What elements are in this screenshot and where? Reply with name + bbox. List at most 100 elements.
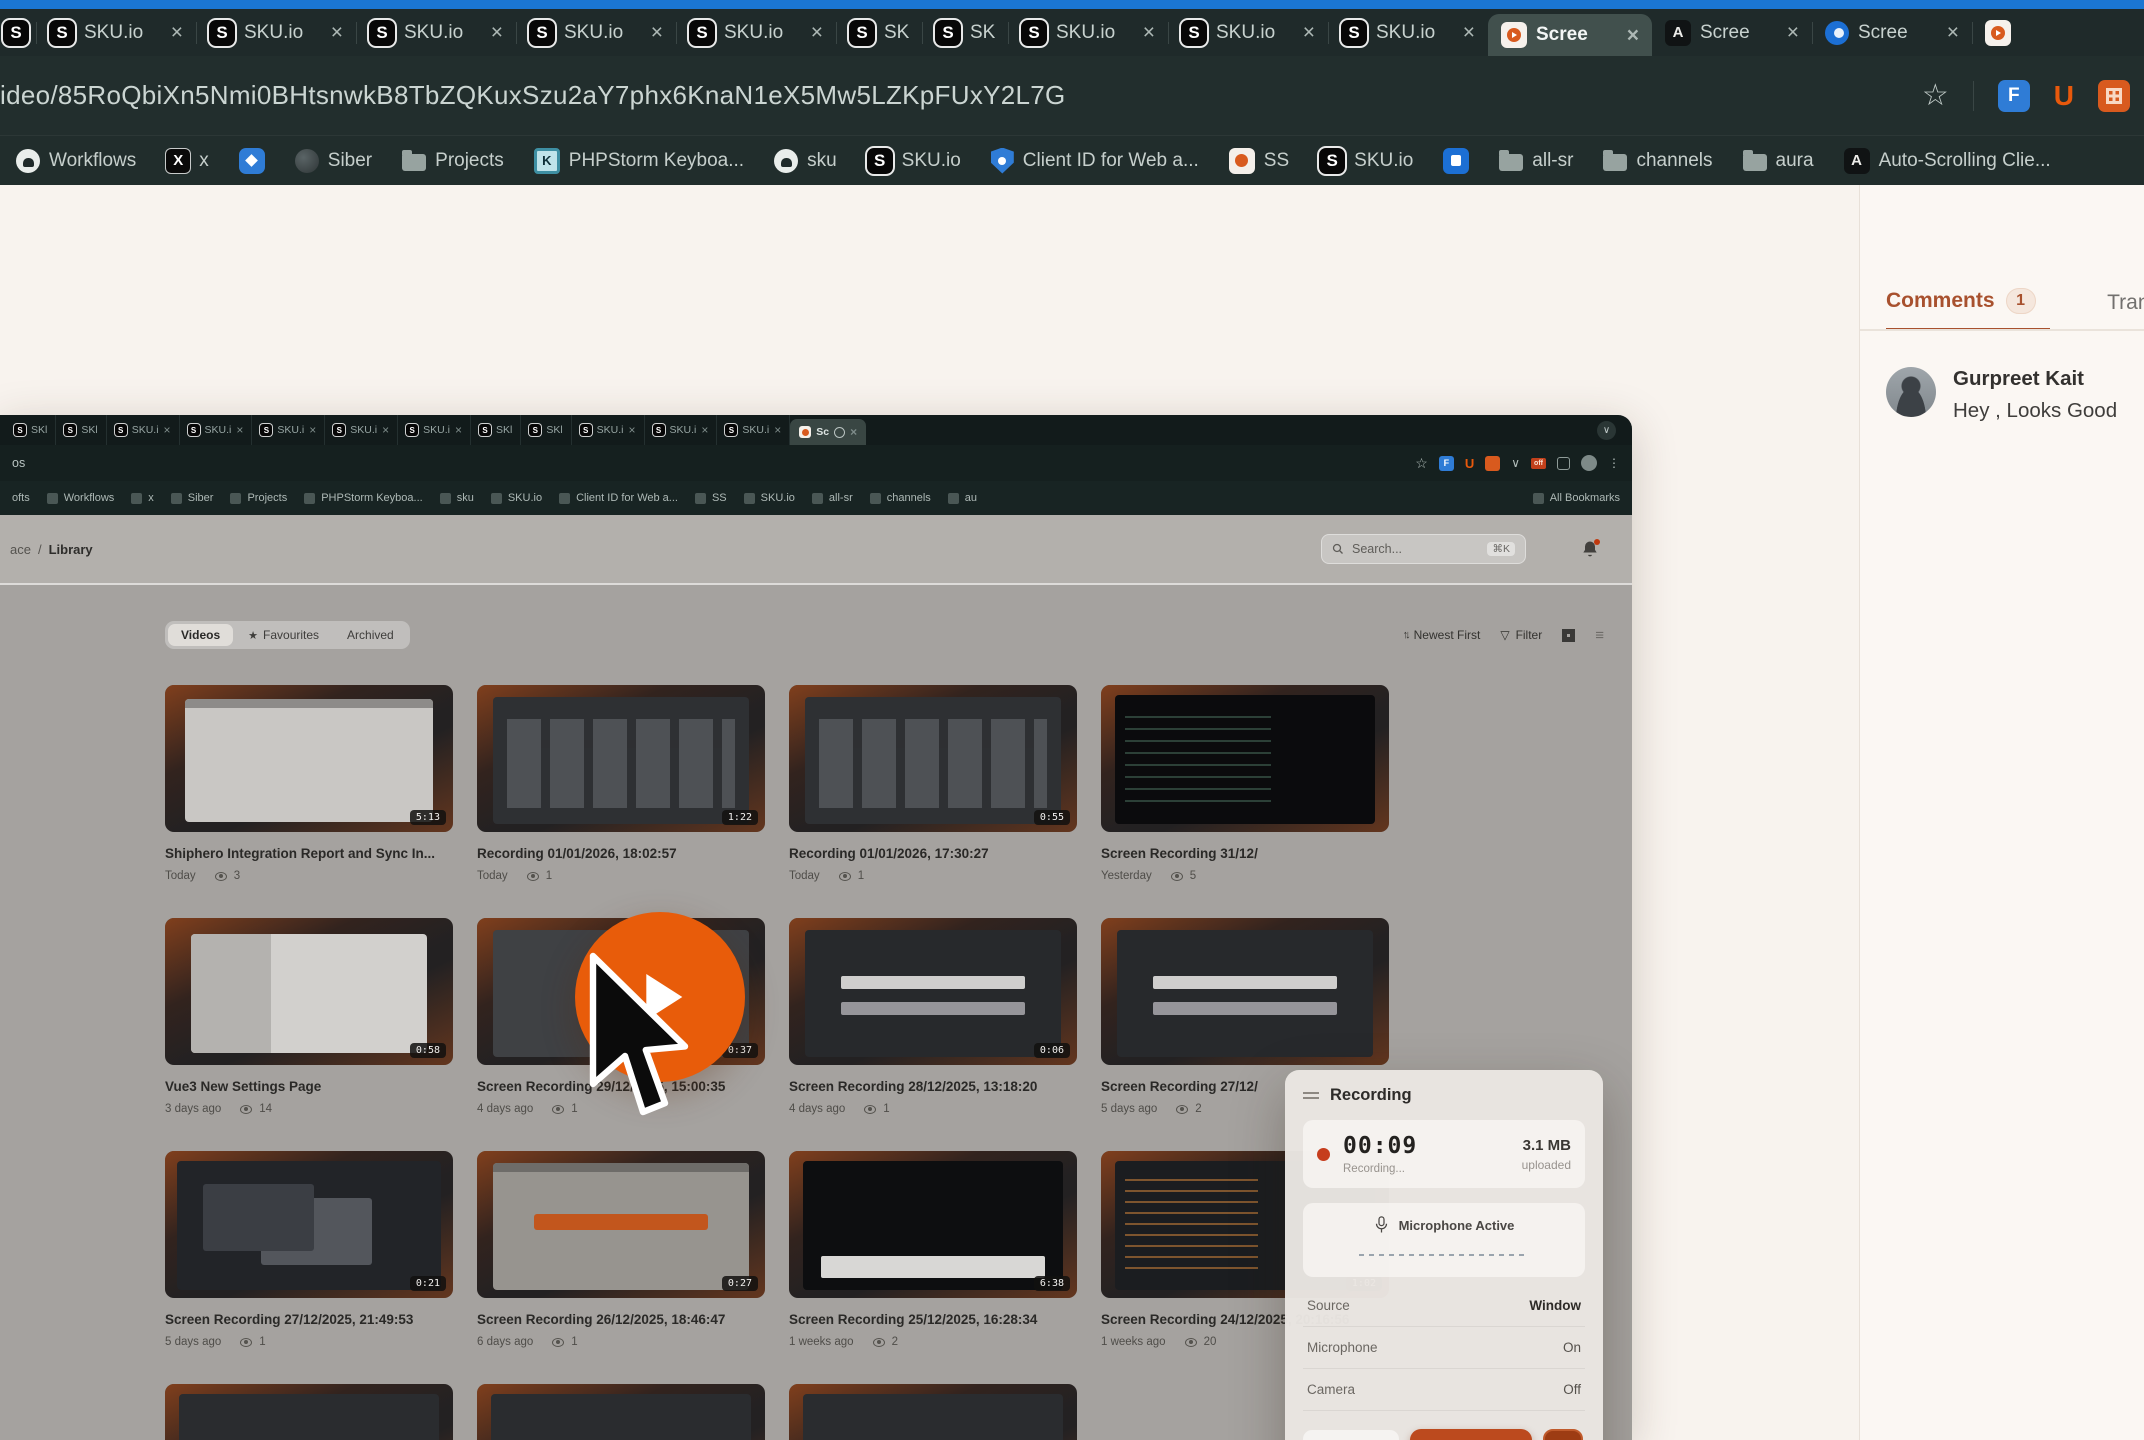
browser-tab[interactable]: SKU.io× (676, 9, 836, 56)
bookmark-item[interactable]: PHPStorm Keyboa... (534, 148, 744, 174)
bookmark-item[interactable] (239, 148, 265, 174)
video-card[interactable]: 6:38Screen Recording 25/12/2025, 16:28:3… (789, 1151, 1077, 1348)
video-card[interactable]: 1:22Recording 01/01/2026, 18:02:57Today1 (477, 685, 765, 882)
video-card-partial (789, 1384, 1077, 1440)
browser-tab[interactable]: SKU.io× (36, 9, 196, 56)
browser-tab[interactable]: Scree× (1652, 9, 1812, 56)
bookmark-label: SKU.io (761, 492, 795, 504)
recorded-browser-tab: SSKl (56, 415, 106, 445)
bookmark-item[interactable]: SS (1229, 148, 1289, 174)
video-date: 1 weeks ago (1101, 1336, 1166, 1348)
duration-badge: 1:22 (722, 810, 758, 825)
video-thumbnail[interactable]: 0:27 (477, 1151, 765, 1298)
video-card[interactable]: 0:21Screen Recording 27/12/2025, 21:49:5… (165, 1151, 453, 1348)
browser-tab[interactable]: SKl (836, 9, 922, 56)
bookmark-item[interactable]: Workflows (16, 149, 136, 173)
extension-f-icon[interactable]: F (1998, 80, 2030, 112)
video-thumbnail[interactable]: 0:55 (789, 685, 1077, 832)
tab-close-icon[interactable]: × (1303, 22, 1315, 43)
video-thumbnail[interactable]: 5:13 (165, 685, 453, 832)
filter-funnel-icon: ▽ (1500, 628, 1509, 642)
browser-tab[interactable]: Scree× (1812, 9, 1972, 56)
video-card[interactable]: 0:06Screen Recording 28/12/2025, 13:18:2… (789, 918, 1077, 1115)
bookmark-item[interactable]: Projects (402, 150, 504, 172)
browser-tab[interactable]: SKU.io× (196, 9, 356, 56)
video-thumbnail[interactable]: 6:38 (789, 1151, 1077, 1298)
commenter-name: Gurpreet Kait (1953, 367, 2117, 391)
search-icon (1332, 543, 1344, 555)
video-thumbnail[interactable]: 0:06 (789, 918, 1077, 1065)
bookmark-item[interactable]: Siber (295, 149, 372, 173)
detail-value: Window (1529, 1298, 1581, 1313)
video-card[interactable]: 0:27Screen Recording 26/12/2025, 18:46:4… (477, 1151, 765, 1348)
browser-tab[interactable]: SKU.io× (516, 9, 676, 56)
extension-u-icon[interactable]: U (2054, 80, 2074, 112)
tab-close-icon[interactable]: × (491, 22, 503, 43)
browser-tab[interactable]: SKU.io× (1168, 9, 1328, 56)
sku-icon (689, 20, 715, 46)
views-count: 1 (546, 870, 552, 882)
tab-comments[interactable]: Comments 1 (1886, 288, 2050, 331)
bookmark-star-icon[interactable]: ☆ (1922, 81, 1949, 111)
tab-close-icon[interactable]: × (331, 22, 343, 43)
comment-item[interactable]: Gurpreet Kait Hey , Looks Good (1860, 331, 2144, 423)
video-card-partial (165, 1384, 453, 1440)
video-card[interactable]: 0:58Vue3 New Settings Page3 days ago14 (165, 918, 453, 1115)
stop-button[interactable]: Stop (1410, 1429, 1532, 1440)
browser-tab[interactable] (1972, 9, 2042, 56)
tab-close-icon[interactable]: × (1627, 25, 1639, 46)
views-count: 14 (259, 1103, 272, 1115)
video-card[interactable]: 5:13Shiphero Integration Report and Sync… (165, 685, 453, 882)
sku-icon: S (529, 424, 541, 436)
views-eye-icon (1185, 1338, 1197, 1347)
tab-close-icon[interactable]: × (651, 22, 663, 43)
url-text[interactable]: ideo/85RoQbiXn5Nmi0BHtsnwkB8TbZQKuxSzu2a… (0, 80, 1898, 111)
video-player[interactable]: SSKlSSKlSSKU.i×SSKU.i×SSKU.i×SSKU.i×SSKU… (0, 415, 1632, 1440)
bookmark-item[interactable]: sku (774, 149, 837, 173)
search-shortcut-badge: ⌘K (1487, 542, 1515, 556)
tab-close-icon[interactable]: × (811, 22, 823, 43)
bookmark-item[interactable]: all-sr (1499, 150, 1573, 172)
tab-close-icon[interactable]: × (171, 22, 183, 43)
video-card[interactable]: 0:55Recording 01/01/2026, 17:30:27Today1 (789, 685, 1077, 882)
recording-status: Recording... (1343, 1163, 1417, 1175)
bookmark-item[interactable]: Client ID for Web a... (991, 148, 1199, 174)
sku-icon (849, 20, 875, 46)
tab-close-icon[interactable]: × (1143, 22, 1155, 43)
duration-badge: 6:38 (1034, 1276, 1070, 1291)
blue-ext-icon (239, 148, 265, 174)
browser-tab[interactable]: SKU.io × (1008, 9, 1168, 56)
library-tab-favourites[interactable]: ★Favourites (235, 624, 332, 646)
tab-label: SKU.io (1056, 22, 1134, 44)
browser-tab[interactable]: SKU.io× (356, 9, 516, 56)
thumbnail-window (803, 1161, 1063, 1290)
video-thumbnail[interactable] (1101, 918, 1389, 1065)
tab-close-icon[interactable]: × (1787, 22, 1799, 43)
bookmark-item[interactable] (1443, 148, 1469, 174)
pause-button[interactable]: Pause (1303, 1430, 1399, 1440)
tab-close-icon[interactable]: × (1463, 22, 1475, 43)
browser-tab[interactable]: SKl (0, 9, 36, 56)
library-tab-archived[interactable]: Archived (334, 624, 407, 646)
bookmark-item[interactable]: aura (1743, 150, 1814, 172)
browser-tab[interactable]: Scree× (1488, 14, 1652, 56)
browser-tab[interactable]: SKl (922, 9, 1008, 56)
library-tab-videos[interactable]: Videos (168, 624, 233, 646)
video-thumbnail[interactable]: 0:58 (165, 918, 453, 1065)
extension-grid-icon[interactable] (2098, 80, 2130, 112)
video-thumbnail[interactable]: 1:22 (477, 685, 765, 832)
sort-control: ↑↓ Newest First (1403, 628, 1481, 642)
video-thumbnail[interactable]: 0:21 (165, 1151, 453, 1298)
bookmark-item[interactable]: SKU.io (1319, 148, 1413, 174)
bookmark-item[interactable]: x (166, 149, 209, 173)
bookmark-item[interactable]: SKU.io (867, 148, 961, 174)
bookmark-item[interactable]: channels (1603, 150, 1712, 172)
discard-recording-button[interactable] (1543, 1429, 1583, 1440)
video-card[interactable]: Screen Recording 31/12/Yesterday5 (1101, 685, 1389, 882)
detail-label: Camera (1307, 1382, 1355, 1397)
video-thumbnail[interactable] (1101, 685, 1389, 832)
bookmark-item[interactable]: Auto-Scrolling Clie... (1844, 148, 2051, 174)
tab-close-icon[interactable]: × (1947, 22, 1959, 43)
tab-transcript[interactable]: Trans (2107, 291, 2144, 329)
browser-tab[interactable]: SKU.io× (1328, 9, 1488, 56)
